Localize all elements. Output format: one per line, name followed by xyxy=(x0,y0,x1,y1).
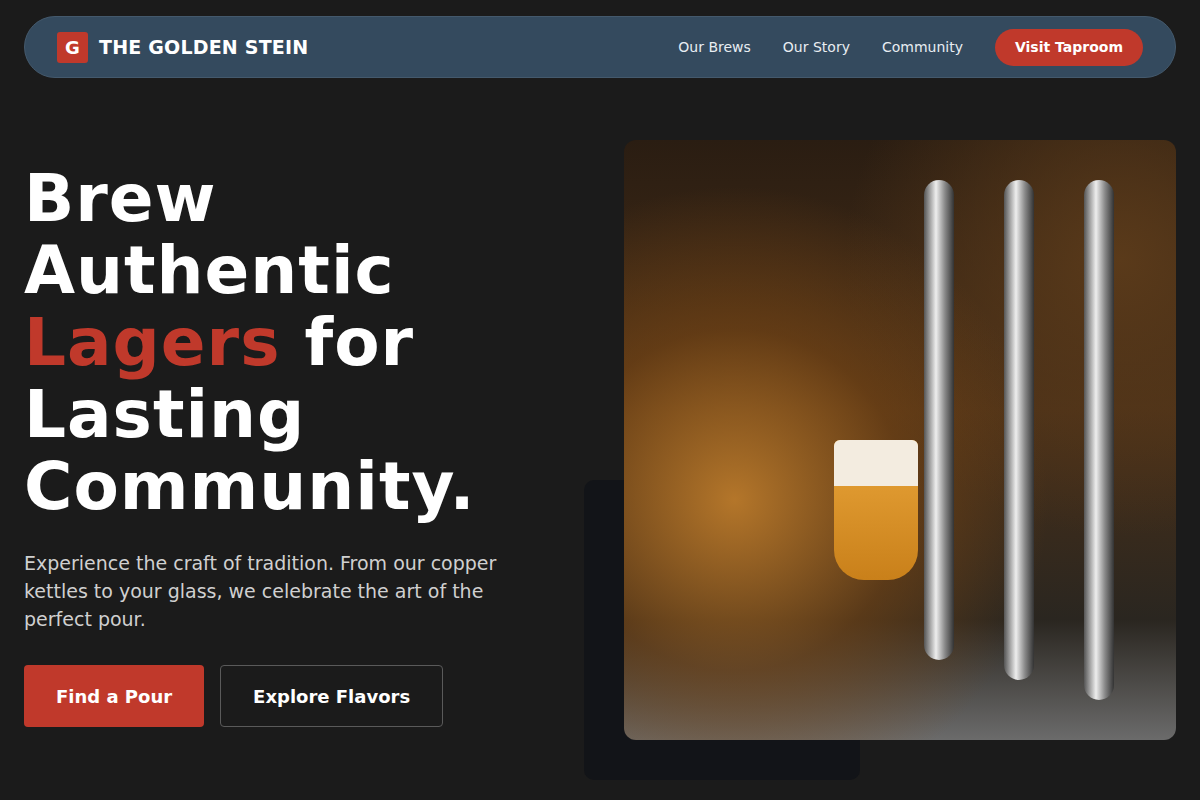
brand-name: THE GOLDEN STEIN xyxy=(99,36,308,58)
nav-links: Our Brews Our Story Community Visit Taproom xyxy=(678,29,1143,66)
headline: BrewAuthenticLagers forLastingCommunity. xyxy=(24,163,584,523)
hero-content: BrewAuthenticLagers forLastingCommunity.… xyxy=(24,140,584,740)
hero-description: Experience the craft of tradition. From … xyxy=(24,549,534,633)
nav-bar: G THE GOLDEN STEIN Our Brews Our Story Commu… xyxy=(24,16,1176,78)
hero-button[interactable]: Find a Pour xyxy=(24,665,204,727)
nav-link[interactable]: Our Brews xyxy=(678,39,751,55)
hero-button[interactable]: Explore Flavors xyxy=(220,665,443,727)
nav-link[interactable]: Our Story xyxy=(783,39,850,55)
landing-page: G THE GOLDEN STEIN Our Brews Our Story Commu… xyxy=(0,0,1200,800)
logo-icon: G xyxy=(57,32,88,63)
nav-link[interactable]: Community xyxy=(882,39,963,55)
hero-buttons: Find a Pour Explore Flavors xyxy=(24,665,584,727)
hero-media xyxy=(624,140,1176,740)
hero: BrewAuthenticLagers forLastingCommunity.… xyxy=(24,140,1176,740)
visit-taproom-button[interactable]: Visit Taproom xyxy=(995,29,1143,66)
brand[interactable]: G THE GOLDEN STEIN xyxy=(57,32,308,63)
beer-tap-photo xyxy=(624,140,1176,740)
